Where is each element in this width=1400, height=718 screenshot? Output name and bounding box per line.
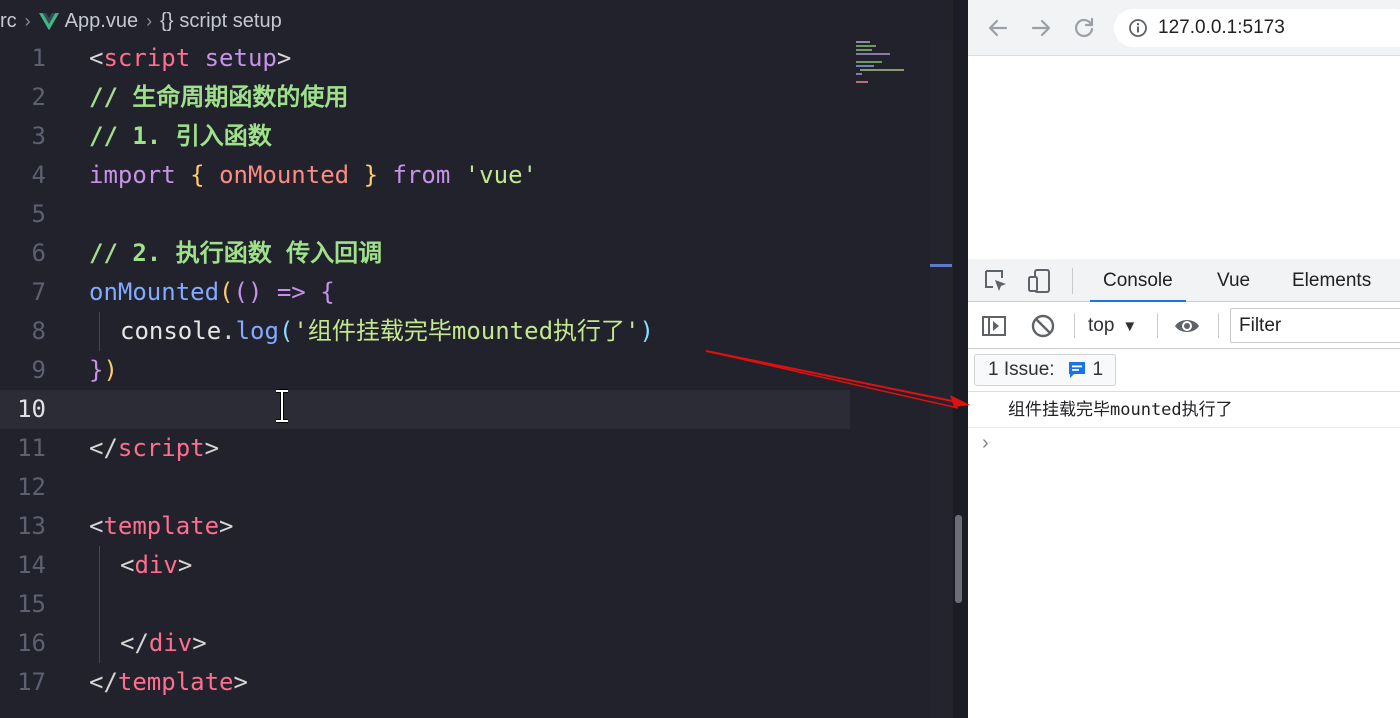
text-cursor-icon bbox=[276, 389, 288, 423]
line-number: 9 bbox=[31, 356, 46, 384]
reload-icon[interactable] bbox=[1070, 14, 1098, 42]
indent-guide bbox=[99, 585, 100, 624]
breadcrumb-file[interactable]: App.vue bbox=[38, 10, 138, 33]
breadcrumb-separator-icon: › bbox=[24, 10, 31, 31]
devtools-tabbar: Console Vue Elements bbox=[968, 259, 1400, 302]
code-line[interactable]: 13 <template> bbox=[0, 507, 930, 546]
code-line[interactable]: 14 <div> bbox=[0, 546, 930, 585]
code-line[interactable]: 6 // 2. 执行函数 传入回调 bbox=[0, 234, 930, 273]
line-number: 5 bbox=[31, 200, 46, 228]
console-prompt[interactable]: › bbox=[968, 429, 1400, 459]
code-line[interactable]: 15 bbox=[0, 585, 930, 624]
code-text: <template> bbox=[89, 512, 234, 540]
toolbar-separator bbox=[1074, 313, 1075, 338]
browser-window: 127.0.0.1:5173 Console Vue Elements top … bbox=[968, 0, 1400, 718]
code-line[interactable]: 2 // 生命周期函数的使用 bbox=[0, 78, 930, 117]
device-toolbar-icon[interactable] bbox=[1026, 267, 1054, 295]
code-text: </script> bbox=[89, 434, 220, 462]
toolbar-separator bbox=[1072, 268, 1073, 294]
code-line[interactable]: 1 <script setup> bbox=[0, 39, 930, 78]
back-arrow-icon[interactable] bbox=[984, 14, 1012, 42]
issues-bar: 1 Issue: 1 bbox=[968, 349, 1400, 392]
code-text: <script setup> bbox=[89, 44, 292, 72]
address-bar[interactable]: 127.0.0.1:5173 bbox=[1114, 9, 1400, 47]
console-log-entry[interactable]: 组件挂载完毕mounted执行了 bbox=[968, 392, 1400, 428]
line-number: 1 bbox=[31, 44, 46, 72]
toolbar-separator bbox=[1218, 313, 1219, 338]
tab-elements[interactable]: Elements bbox=[1292, 259, 1371, 302]
indent-guide bbox=[99, 546, 100, 585]
devtools-panel: Console Vue Elements top ▼ Filter 1 Issu… bbox=[968, 259, 1400, 718]
breadcrumb-separator-icon: › bbox=[146, 10, 153, 31]
code-text: </div> bbox=[120, 629, 207, 657]
line-number: 3 bbox=[31, 122, 46, 150]
console-toolbar: top ▼ bbox=[968, 302, 1400, 349]
code-comment: // 1. 引入函数 bbox=[89, 122, 272, 150]
code-text: <div> bbox=[120, 551, 193, 579]
issue-message-icon bbox=[1068, 362, 1085, 378]
code-comment: // 2. 执行函数 传入回调 bbox=[89, 239, 383, 267]
editor-scrollbar-thumb[interactable] bbox=[955, 515, 962, 603]
line-number: 17 bbox=[17, 668, 46, 696]
vue-logo-icon bbox=[38, 12, 59, 30]
line-number: 8 bbox=[31, 317, 46, 345]
scrollbar-marker bbox=[930, 264, 952, 267]
indent-guide bbox=[99, 624, 100, 663]
code-text: </template> bbox=[89, 668, 248, 696]
code-text: }) bbox=[89, 356, 118, 384]
browser-toolbar: 127.0.0.1:5173 bbox=[968, 0, 1400, 56]
code-text: import { onMounted } from 'vue' bbox=[89, 161, 537, 189]
line-number: 6 bbox=[31, 239, 46, 267]
tab-vue[interactable]: Vue bbox=[1217, 259, 1250, 302]
line-number: 11 bbox=[17, 434, 46, 462]
line-number: 10 bbox=[17, 395, 46, 423]
breadcrumb-symbol[interactable]: {} script setup bbox=[160, 10, 282, 33]
line-number: 12 bbox=[17, 473, 46, 501]
breadcrumb-folder[interactable]: rc bbox=[0, 10, 17, 33]
eye-icon[interactable] bbox=[1173, 312, 1201, 340]
url-text: 127.0.0.1:5173 bbox=[1158, 17, 1285, 38]
code-line[interactable]: 12 bbox=[0, 468, 930, 507]
context-select[interactable]: top ▼ bbox=[1088, 302, 1137, 349]
indent-guide bbox=[99, 312, 100, 351]
minimap[interactable] bbox=[852, 40, 930, 90]
code-text: onMounted(() => { bbox=[89, 278, 335, 306]
clear-console-icon[interactable] bbox=[1029, 312, 1057, 340]
line-number: 14 bbox=[17, 551, 46, 579]
code-line[interactable]: 16 </div> bbox=[0, 624, 930, 663]
inspect-element-icon[interactable] bbox=[982, 267, 1010, 295]
code-comment: // 生命周期函数的使用 bbox=[89, 83, 349, 111]
show-sidebar-icon[interactable] bbox=[980, 312, 1008, 340]
code-line[interactable]: 5 bbox=[0, 195, 930, 234]
line-number: 2 bbox=[31, 83, 46, 111]
forward-arrow-icon[interactable] bbox=[1027, 14, 1055, 42]
code-line[interactable]: 17 </template> bbox=[0, 663, 930, 702]
line-number: 15 bbox=[17, 590, 46, 618]
line-number: 16 bbox=[17, 629, 46, 657]
toolbar-separator bbox=[1157, 313, 1158, 338]
code-line[interactable]: 3 // 1. 引入函数 bbox=[0, 117, 930, 156]
filter-input[interactable] bbox=[1230, 308, 1400, 343]
prompt-chevron-icon: › bbox=[982, 432, 989, 454]
breadcrumb: rc › App.vue › {} script setup bbox=[0, 0, 953, 42]
code-line[interactable]: 11 </script> bbox=[0, 429, 930, 468]
issues-button[interactable]: 1 Issue: 1 bbox=[974, 354, 1117, 386]
line-number: 4 bbox=[31, 161, 46, 189]
line-number: 13 bbox=[17, 512, 46, 540]
console-message: 组件挂载完毕mounted执行了 bbox=[1008, 400, 1233, 420]
caret-down-icon: ▼ bbox=[1122, 318, 1138, 335]
code-line[interactable]: 4 import { onMounted } from 'vue' bbox=[0, 156, 930, 195]
annotation-arrow bbox=[705, 350, 970, 409]
info-icon[interactable] bbox=[1128, 18, 1148, 38]
symbol-braces-icon: {} bbox=[160, 9, 174, 32]
page-viewport bbox=[968, 56, 1400, 259]
tab-console[interactable]: Console bbox=[1090, 259, 1186, 302]
code-text: console.log('组件挂载完毕mounted执行了') bbox=[120, 317, 654, 345]
line-number: 7 bbox=[31, 278, 46, 306]
code-line[interactable]: 7 onMounted(() => { bbox=[0, 273, 930, 312]
